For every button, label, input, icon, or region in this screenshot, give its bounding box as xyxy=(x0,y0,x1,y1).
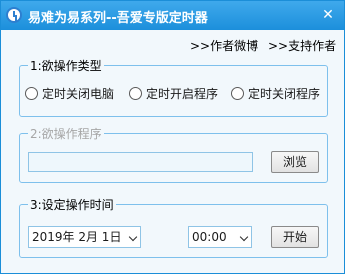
start-button[interactable]: 开始 xyxy=(271,226,319,248)
main-window: 易难为易系列--吾爱专版定时器 ✕ >>作者微博 >>支持作者 1:欲操作类型 … xyxy=(0,0,345,274)
author-weibo-link[interactable]: >>作者微博 xyxy=(190,37,258,54)
time-group-title: 3:设定操作时间 xyxy=(30,198,114,212)
radio-circle[interactable] xyxy=(25,87,38,100)
program-path-input[interactable] xyxy=(28,152,253,172)
app-icon xyxy=(6,7,22,23)
radio-label: 定时开启程序 xyxy=(146,87,219,101)
operation-type-title: 1:欲操作类型 xyxy=(30,59,102,73)
time-value: 00:00 xyxy=(192,230,227,244)
radio-close-program[interactable]: 定时关闭程序 xyxy=(231,85,320,102)
top-links: >>作者微博 >>支持作者 xyxy=(1,37,344,53)
browse-button[interactable]: 浏览 xyxy=(271,151,319,173)
title-bar[interactable]: 易难为易系列--吾爱专版定时器 ✕ xyxy=(1,1,344,30)
date-value: 2019年 2月 1日 xyxy=(32,230,122,244)
support-author-link[interactable]: >>支持作者 xyxy=(268,37,336,54)
close-icon[interactable]: ✕ xyxy=(318,5,338,25)
radio-start-program[interactable]: 定时开启程序 xyxy=(129,85,218,102)
time-select[interactable]: 00:00 xyxy=(188,226,252,248)
chevron-down-icon[interactable] xyxy=(128,232,138,242)
radio-circle[interactable] xyxy=(129,87,142,100)
date-picker[interactable]: 2019年 2月 1日 xyxy=(28,226,141,248)
radio-label: 定时关闭程序 xyxy=(248,87,321,101)
radio-circle[interactable] xyxy=(231,87,244,100)
program-group-title: 2:欲操作程序 xyxy=(30,127,102,141)
radio-shutdown-computer[interactable]: 定时关闭电脑 xyxy=(25,85,114,102)
window-title: 易难为易系列--吾爱专版定时器 xyxy=(28,11,208,26)
chevron-down-icon[interactable] xyxy=(239,232,249,242)
radio-label: 定时关闭电脑 xyxy=(42,87,115,101)
